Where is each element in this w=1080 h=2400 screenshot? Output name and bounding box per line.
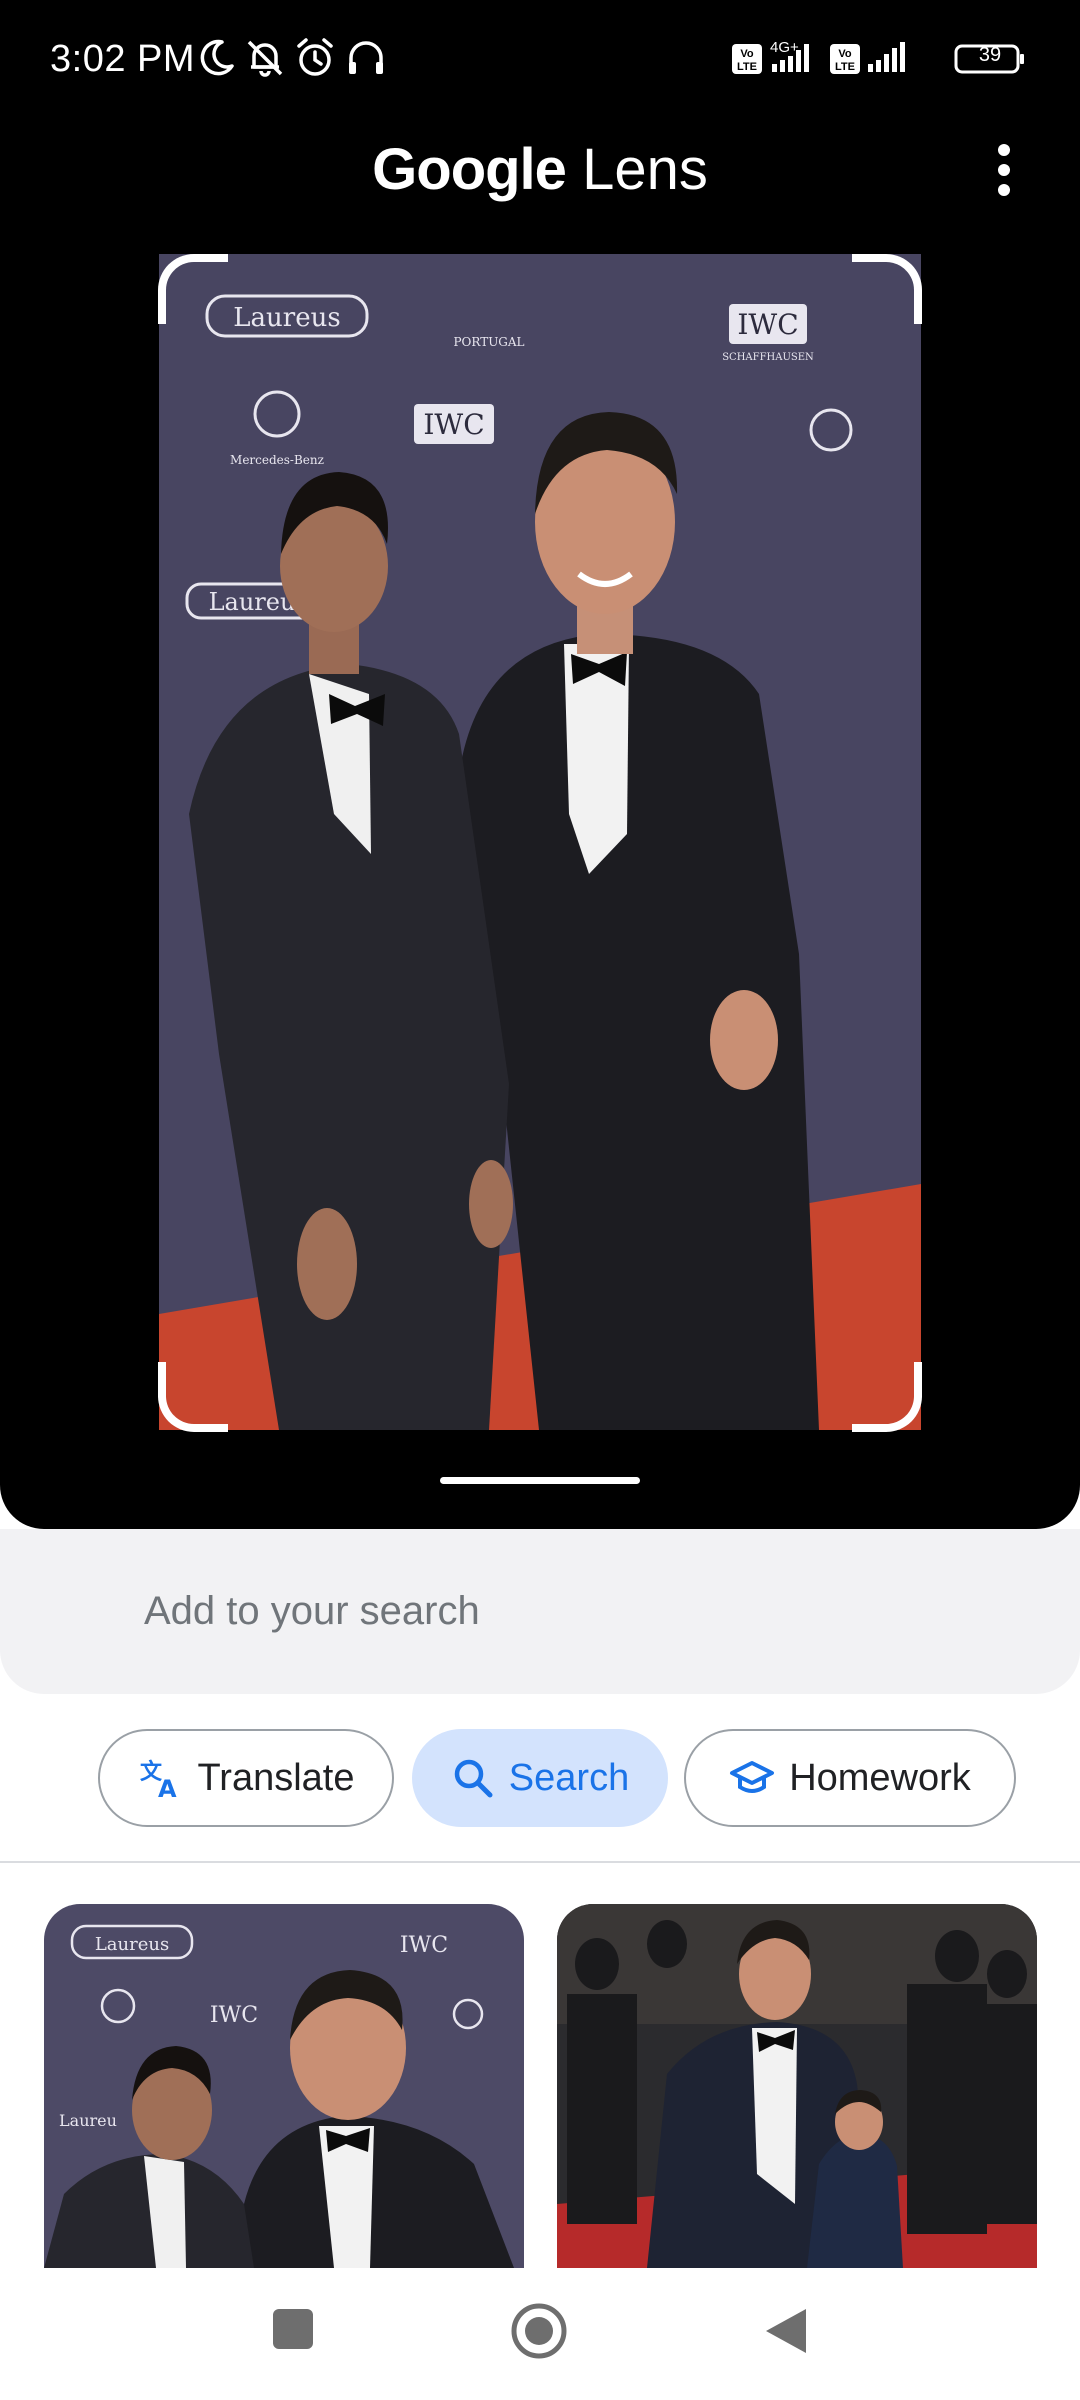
translate-icon: 文 A (140, 1759, 177, 1801)
headphones-icon (349, 41, 383, 74)
graduation-cap-icon (730, 1761, 775, 1793)
svg-text:Mercedes-Benz: Mercedes-Benz (230, 453, 324, 467)
backdrop-text: Laureus (233, 303, 340, 333)
svg-text:A: A (158, 1775, 177, 1801)
search-chip[interactable]: Search (412, 1729, 668, 1827)
svg-text:LTE: LTE (835, 61, 855, 73)
search-input[interactable]: Add to your search (144, 1589, 480, 1634)
volte-icon: Vo LTE (732, 44, 762, 74)
bell-off-icon (247, 40, 283, 77)
alarm-icon (297, 38, 333, 76)
crop-corner-top-right[interactable] (852, 254, 922, 324)
search-icon (454, 1759, 493, 1798)
result-image-2[interactable] (557, 1904, 1037, 2268)
signal-icon-2 (868, 42, 905, 72)
app-title: Google Lens (0, 136, 1080, 203)
recents-button[interactable] (270, 2306, 316, 2352)
homework-chip[interactable]: Homework (684, 1729, 1016, 1827)
result-thumbnail-1: Laureus IWC IWC Laureu (44, 1904, 524, 2268)
more-options-icon[interactable] (984, 142, 1024, 198)
svg-text:IWC: IWC (737, 308, 798, 341)
translate-chip[interactable]: 文 A Translate (98, 1729, 394, 1827)
lens-viewer: 3:02 PM Vo LTE 4G+ Vo LTE 39 Google Lens… (0, 0, 1080, 1529)
sheet-drag-handle[interactable] (440, 1477, 640, 1484)
network-label: 4G+ (770, 39, 799, 56)
translate-chip-label: Translate (197, 1756, 355, 1799)
svg-text:Laureu: Laureu (59, 2111, 117, 2130)
status-time: 3:02 PM (50, 38, 196, 80)
search-chip-label: Search (508, 1756, 630, 1799)
svg-text:Laureus: Laureus (95, 1934, 169, 1955)
crop-corner-top-left[interactable] (158, 254, 228, 324)
homework-chip-label: Homework (789, 1756, 971, 1799)
status-bar: 3:02 PM Vo LTE 4G+ Vo LTE 39 (0, 0, 1080, 120)
result-thumbnail-2 (557, 1904, 1037, 2268)
captured-photo[interactable]: Laureus PORTUGAL IWC SCHAFFHAUSEN Merced… (159, 254, 921, 1430)
svg-text:Vo: Vo (740, 48, 754, 60)
back-button[interactable] (762, 2306, 810, 2356)
svg-text:IWC: IWC (400, 1933, 448, 1958)
crop-corner-bottom-left[interactable] (158, 1362, 228, 1432)
svg-text:Laureu: Laureu (209, 588, 296, 616)
svg-text:SCHAFFHAUSEN: SCHAFFHAUSEN (722, 352, 814, 363)
moon-icon (200, 39, 234, 76)
volte-icon-2: Vo LTE (830, 44, 860, 74)
divider (0, 1861, 1080, 1863)
svg-text:IWC: IWC (423, 408, 484, 441)
svg-text:LTE: LTE (737, 61, 757, 73)
home-button[interactable] (510, 2302, 568, 2360)
svg-text:PORTUGAL: PORTUGAL (453, 335, 524, 349)
app-title-product: Lens (582, 137, 708, 202)
photo-scene: Laureus PORTUGAL IWC SCHAFFHAUSEN Merced… (159, 254, 921, 1430)
battery-level: 39 (978, 44, 1002, 66)
svg-text:Vo: Vo (838, 48, 852, 60)
app-title-brand: Google (372, 137, 567, 202)
svg-text:IWC: IWC (210, 2003, 258, 2028)
result-image-1[interactable]: Laureus IWC IWC Laureu (44, 1904, 524, 2268)
